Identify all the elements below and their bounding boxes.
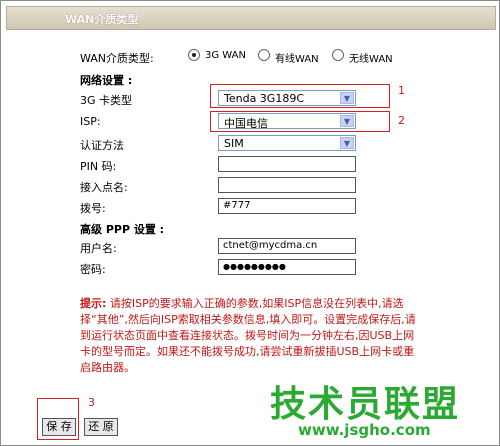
annotation-box-1 (210, 84, 390, 108)
username-input[interactable]: ctnet@mycdma.cn (218, 238, 356, 254)
watermark-logo: 技术员联盟 (270, 384, 461, 425)
network-section-title: 网络设置 : (80, 74, 133, 87)
pin-input[interactable] (218, 156, 356, 172)
apn-label: 接入点名: (80, 181, 128, 194)
tips-text: 提示: 请按ISP的要求输入正确的参数,如果ISP信息没在列表中,请选择“其他”… (80, 296, 420, 376)
auth-label: 认证方法 (80, 139, 124, 152)
annotation-number-2: 2 (398, 114, 405, 127)
restore-button[interactable]: 还 原 (84, 418, 118, 436)
dial-label: 拨号: (80, 202, 106, 215)
password-label: 密码: (80, 263, 106, 276)
annotation-number-3: 3 (88, 396, 95, 409)
radio-3g-wan-label: 3G WAN (205, 50, 246, 61)
isp-label: ISP: (80, 115, 101, 128)
dial-input[interactable]: #777 (218, 198, 356, 214)
auth-select[interactable]: SIM ▼ (218, 135, 356, 151)
watermark-url: www.jsgho.com (298, 421, 431, 439)
radio-3g-wan[interactable] (188, 49, 200, 61)
annotation-number-1: 1 (398, 84, 405, 97)
section-header: WAN介质类型 (6, 6, 496, 30)
save-button[interactable]: 保 存 (42, 418, 76, 436)
username-label: 用户名: (80, 242, 117, 255)
wan-type-label: WAN介质类型: (80, 52, 154, 65)
chevron-down-icon: ▼ (340, 137, 354, 149)
tips-body: 请按ISP的要求输入正确的参数,如果ISP信息没在列表中,请选择“其他”,然后向… (80, 297, 416, 374)
header-title: WAN介质类型 (65, 13, 139, 26)
card-type-label: 3G 卡类型 (80, 94, 133, 107)
password-input[interactable]: ●●●●●●●●● (218, 259, 356, 275)
pin-label: PIN 码: (80, 160, 117, 173)
auth-value: SIM (224, 137, 244, 150)
radio-wired-wan-label: 有线WAN (275, 54, 319, 65)
ppp-section-title: 高级 PPP 设置 : (80, 223, 165, 236)
radio-wired-wan[interactable] (258, 49, 270, 61)
apn-input[interactable] (218, 177, 356, 193)
annotation-box-2 (210, 111, 390, 132)
tips-title: 提示: (80, 297, 107, 310)
radio-wireless-wan[interactable] (332, 49, 344, 61)
radio-wireless-wan-label: 无线WAN (349, 54, 393, 65)
